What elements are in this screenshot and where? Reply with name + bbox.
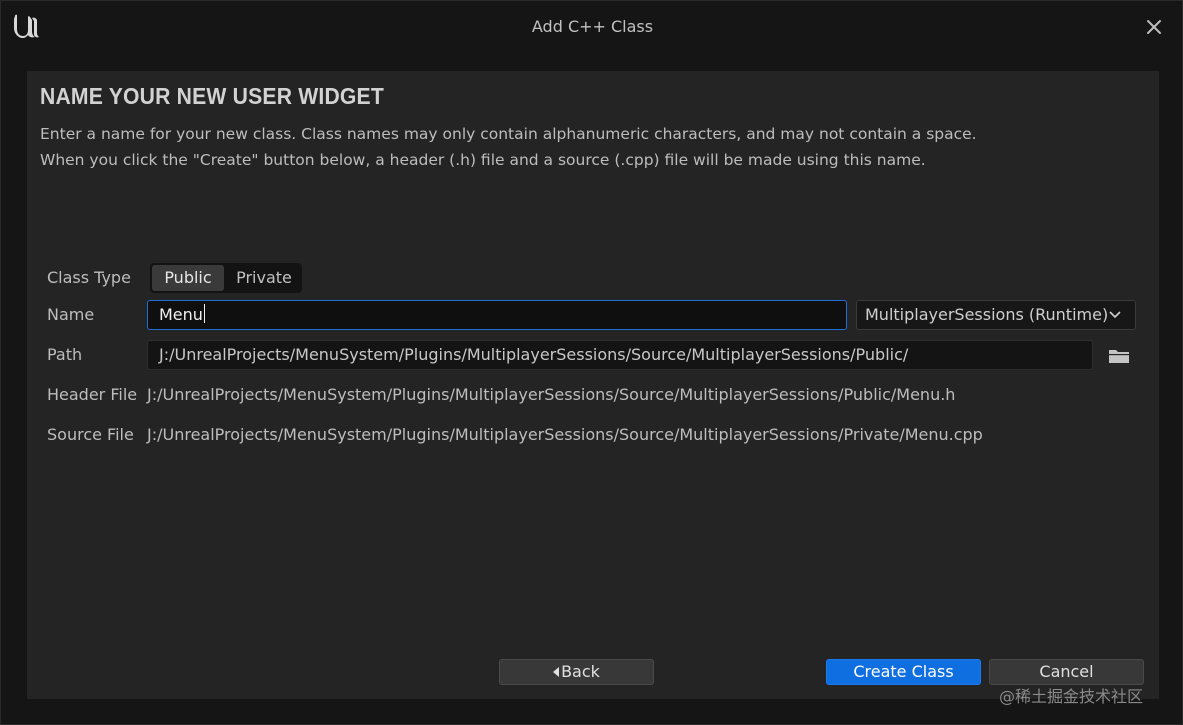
chevron-down-icon (1109, 311, 1121, 319)
name-label: Name (47, 305, 95, 324)
description-line-2: When you click the "Create" button below… (40, 151, 926, 169)
back-button-label: Back (561, 662, 600, 681)
chevron-left-icon (553, 667, 560, 677)
title-bar: Add C++ Class (1, 1, 1183, 53)
source-file-value: J:/UnrealProjects/MenuSystem/Plugins/Mul… (147, 425, 983, 444)
class-type-toggle: Public Private (150, 263, 302, 293)
class-type-label: Class Type (47, 268, 131, 287)
window-title: Add C++ Class (531, 17, 654, 36)
source-file-label: Source File (47, 425, 134, 444)
watermark: @稀土掘金技术社区 (999, 687, 1144, 706)
folder-icon[interactable] (1107, 347, 1131, 365)
back-button[interactable]: Back (499, 659, 654, 685)
class-name-input[interactable]: Menu (147, 300, 847, 330)
page-title: NAME YOUR NEW USER WIDGET (40, 83, 384, 109)
class-name-value: Menu (159, 305, 203, 324)
close-icon[interactable] (1141, 14, 1167, 40)
text-cursor (203, 304, 205, 323)
header-file-value: J:/UnrealProjects/MenuSystem/Plugins/Mul… (147, 385, 956, 404)
path-label: Path (47, 345, 83, 364)
add-cpp-class-dialog: Add C++ Class NAME YOUR NEW USER WIDGET … (0, 0, 1183, 725)
class-type-public-option[interactable]: Public (152, 265, 224, 291)
path-input[interactable]: J:/UnrealProjects/MenuSystem/Plugins/Mul… (147, 340, 1093, 370)
header-file-label: Header File (47, 385, 138, 404)
content-panel: NAME YOUR NEW USER WIDGET Enter a name f… (27, 71, 1159, 699)
module-dropdown-value: MultiplayerSessions (Runtime) (865, 305, 1109, 324)
cancel-button[interactable]: Cancel (989, 659, 1144, 685)
create-class-button[interactable]: Create Class (826, 659, 981, 685)
class-type-private-option[interactable]: Private (228, 265, 300, 291)
module-dropdown[interactable]: MultiplayerSessions (Runtime) (856, 300, 1136, 330)
description-line-1: Enter a name for your new class. Class n… (40, 125, 977, 143)
